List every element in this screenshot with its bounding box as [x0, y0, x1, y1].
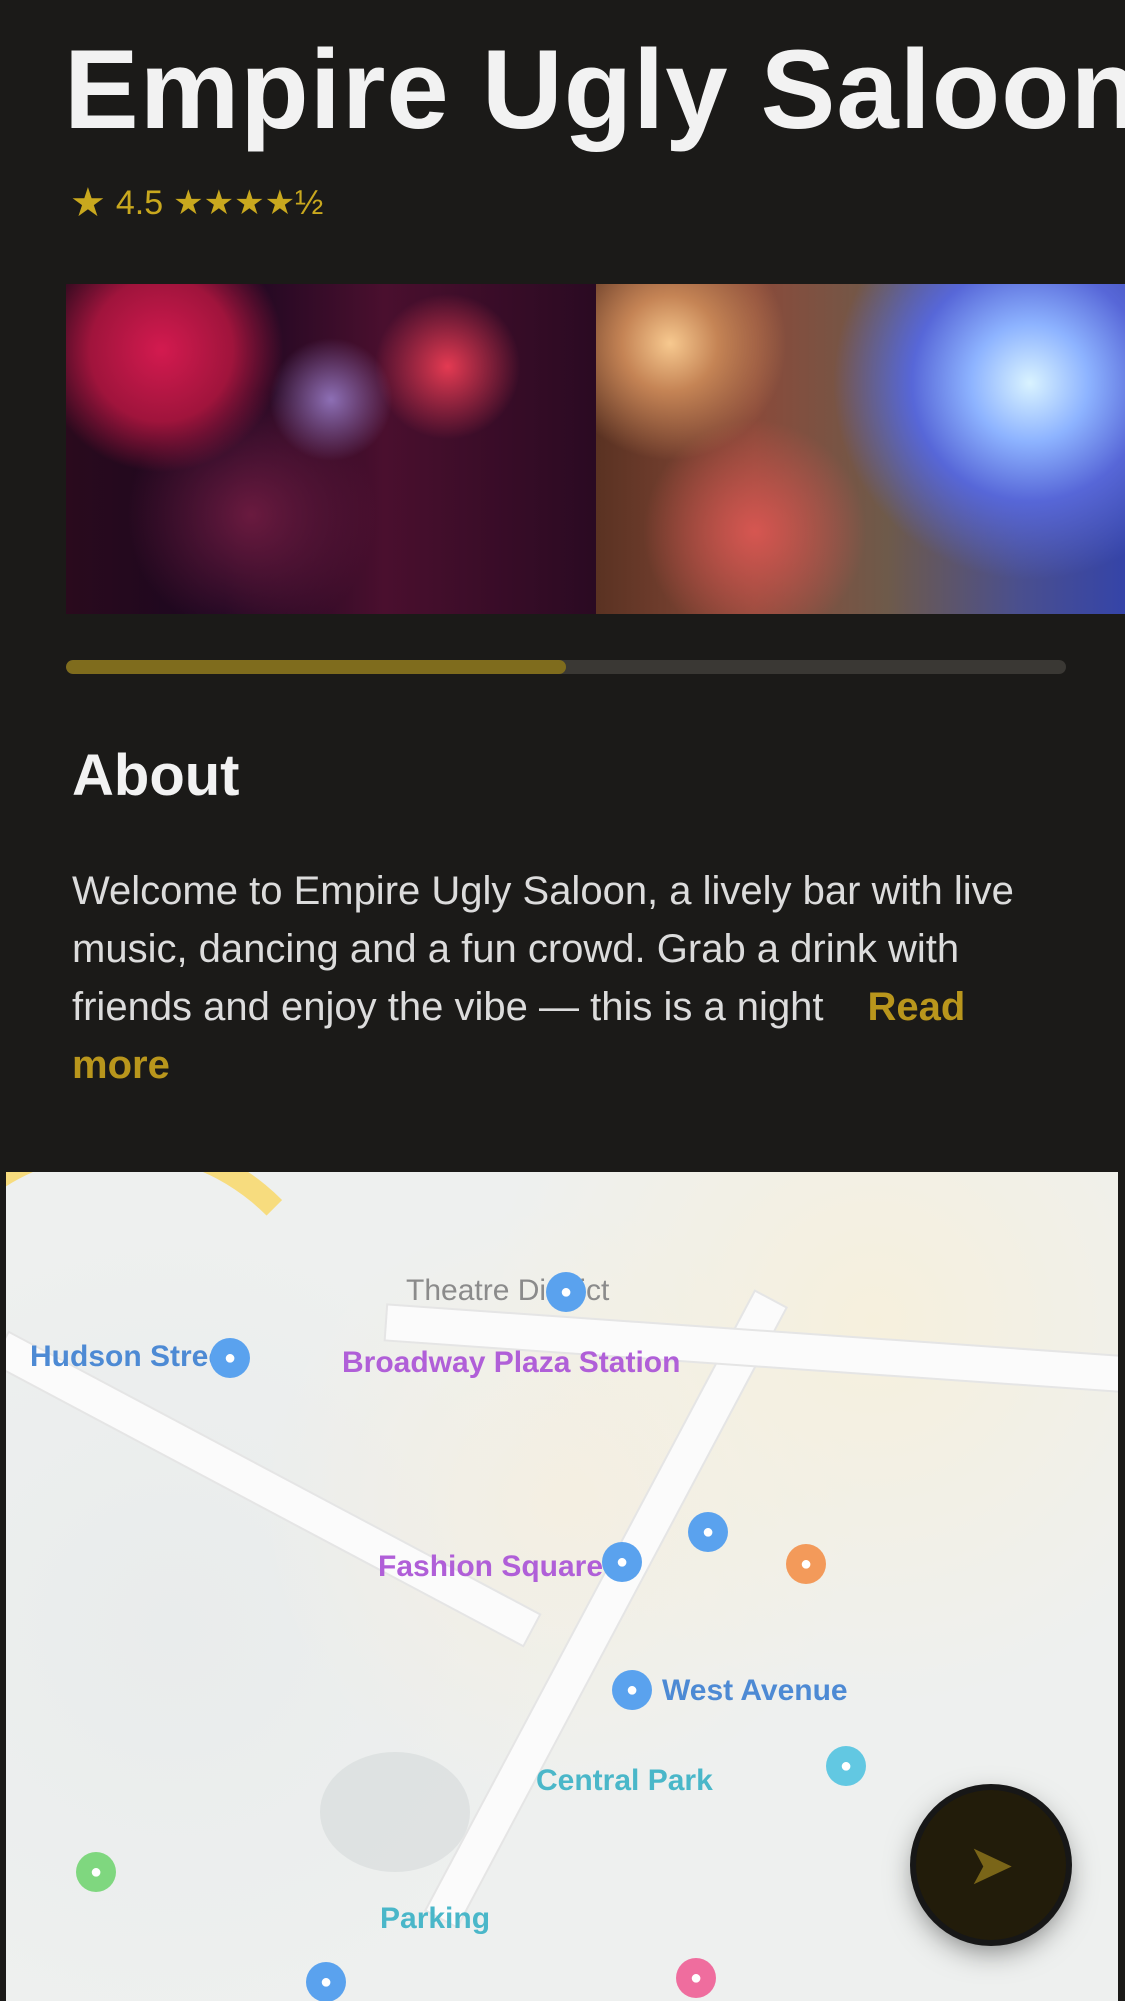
- map-label: Parking: [380, 1902, 491, 1935]
- map-pin-icon[interactable]: ●: [688, 1512, 728, 1552]
- map-park-area: [320, 1752, 470, 1872]
- venue-detail-page: Empire Ugly Saloon ★ 4.5 ★★★★½ About Wel…: [0, 0, 1125, 2001]
- venue-title: Empire Ugly Saloon: [64, 27, 1125, 152]
- map-label: Broadway Plaza Station: [342, 1346, 681, 1379]
- photo-gallery[interactable]: [66, 284, 1125, 614]
- gallery-progress-fill: [66, 660, 566, 674]
- rating-value: 4.5: [115, 183, 164, 222]
- map-pin-icon[interactable]: ●: [76, 1852, 116, 1892]
- rating-stars: ★★★★½: [173, 184, 324, 222]
- map-pin-icon[interactable]: ●: [826, 1746, 866, 1786]
- map-pin-icon[interactable]: ●: [786, 1544, 826, 1584]
- about-heading: About: [72, 743, 240, 808]
- rating: ★ 4.5 ★★★★½: [70, 180, 323, 226]
- gallery-progress-bar: [66, 660, 1066, 674]
- gallery-photo[interactable]: [596, 284, 1125, 614]
- map-pin-icon[interactable]: ●: [210, 1338, 250, 1378]
- directions-button[interactable]: ➤: [916, 1790, 1066, 1940]
- map-pin-icon[interactable]: ●: [676, 1958, 716, 1998]
- map-pin-icon[interactable]: ●: [306, 1962, 346, 2001]
- about-description: Welcome to Empire Ugly Saloon, a lively …: [72, 862, 1052, 1094]
- directions-icon: ➤: [967, 1833, 1015, 1896]
- map-pin-icon[interactable]: ●: [546, 1272, 586, 1312]
- map-label: Central Park: [536, 1764, 713, 1797]
- map-label: Fashion Square: [378, 1550, 604, 1583]
- map-label: West Avenue: [662, 1674, 848, 1707]
- map-pin-icon[interactable]: ●: [612, 1670, 652, 1710]
- map-pin-icon[interactable]: ●: [602, 1542, 642, 1582]
- map-label: Hudson Street: [30, 1340, 236, 1373]
- star-icon: ★: [70, 181, 106, 225]
- gallery-photo[interactable]: [66, 284, 596, 614]
